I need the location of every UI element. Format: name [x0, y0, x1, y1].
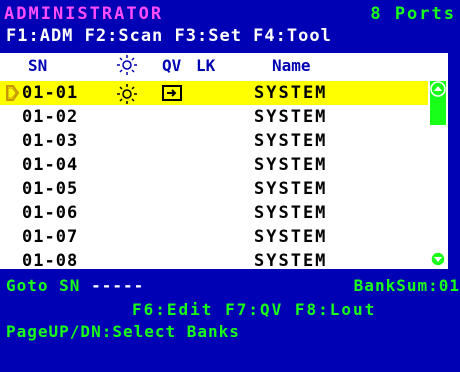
- column-lk: LK: [196, 56, 216, 75]
- column-qv: QV: [162, 56, 182, 75]
- goto-input[interactable]: -----: [91, 276, 144, 295]
- port-list-panel: SN QV LK Name 01-01 SYSTEM 01-02 SYSTEM …: [0, 53, 448, 271]
- port-row[interactable]: 01-03 SYSTEM: [0, 129, 428, 153]
- port-sn: 01-04: [22, 155, 79, 175]
- quickview-icon[interactable]: [162, 85, 184, 106]
- selector-arrow-icon: [4, 84, 20, 107]
- port-row[interactable]: 01-02 SYSTEM: [0, 105, 428, 129]
- port-row[interactable]: 01-04 SYSTEM: [0, 153, 428, 177]
- port-sn: 01-01: [22, 83, 79, 103]
- port-name: SYSTEM: [254, 83, 328, 103]
- column-name: Name: [272, 56, 311, 75]
- sun-icon: [116, 54, 138, 80]
- scrollbar[interactable]: [428, 81, 448, 269]
- port-name: SYSTEM: [254, 179, 328, 199]
- port-row[interactable]: 01-05 SYSTEM: [0, 177, 428, 201]
- port-row[interactable]: 01-08 SYSTEM: [0, 249, 428, 273]
- port-name: SYSTEM: [254, 203, 328, 223]
- column-sn: SN: [28, 56, 48, 75]
- port-sn: 01-03: [22, 131, 79, 151]
- port-sn: 01-06: [22, 203, 79, 223]
- port-sn: 01-08: [22, 251, 79, 271]
- port-sn: 01-02: [22, 107, 79, 127]
- bank-sum: BankSum:01: [353, 276, 460, 295]
- port-name: SYSTEM: [254, 155, 328, 175]
- port-row[interactable]: 01-06 SYSTEM: [0, 201, 428, 225]
- function-key-bar[interactable]: F1:ADM F2:Scan F3:Set F4:Tool: [6, 26, 460, 46]
- port-name: SYSTEM: [254, 251, 328, 271]
- column-header: SN QV LK Name: [0, 53, 448, 79]
- osd-window: ADMINISTRATOR 8 Ports F1:ADM F2:Scan F3:…: [0, 0, 460, 372]
- port-row[interactable]: 01-01 SYSTEM: [0, 81, 428, 105]
- port-row[interactable]: 01-07 SYSTEM: [0, 225, 428, 249]
- port-name: SYSTEM: [254, 227, 328, 247]
- ports-count: 8 Ports: [370, 4, 456, 24]
- scroll-up-arrow-icon[interactable]: [430, 81, 446, 97]
- port-sn: 01-05: [22, 179, 79, 199]
- scroll-down-arrow-icon[interactable]: [430, 251, 446, 267]
- page-hint: PageUP/DN:Select Banks: [6, 322, 240, 341]
- port-name: SYSTEM: [254, 131, 328, 151]
- function-key-bar-bottom[interactable]: F6:Edit F7:QV F8:Lout: [132, 300, 376, 319]
- port-name: SYSTEM: [254, 107, 328, 127]
- port-sn: 01-07: [22, 227, 79, 247]
- goto-label: Goto SN: [6, 276, 81, 295]
